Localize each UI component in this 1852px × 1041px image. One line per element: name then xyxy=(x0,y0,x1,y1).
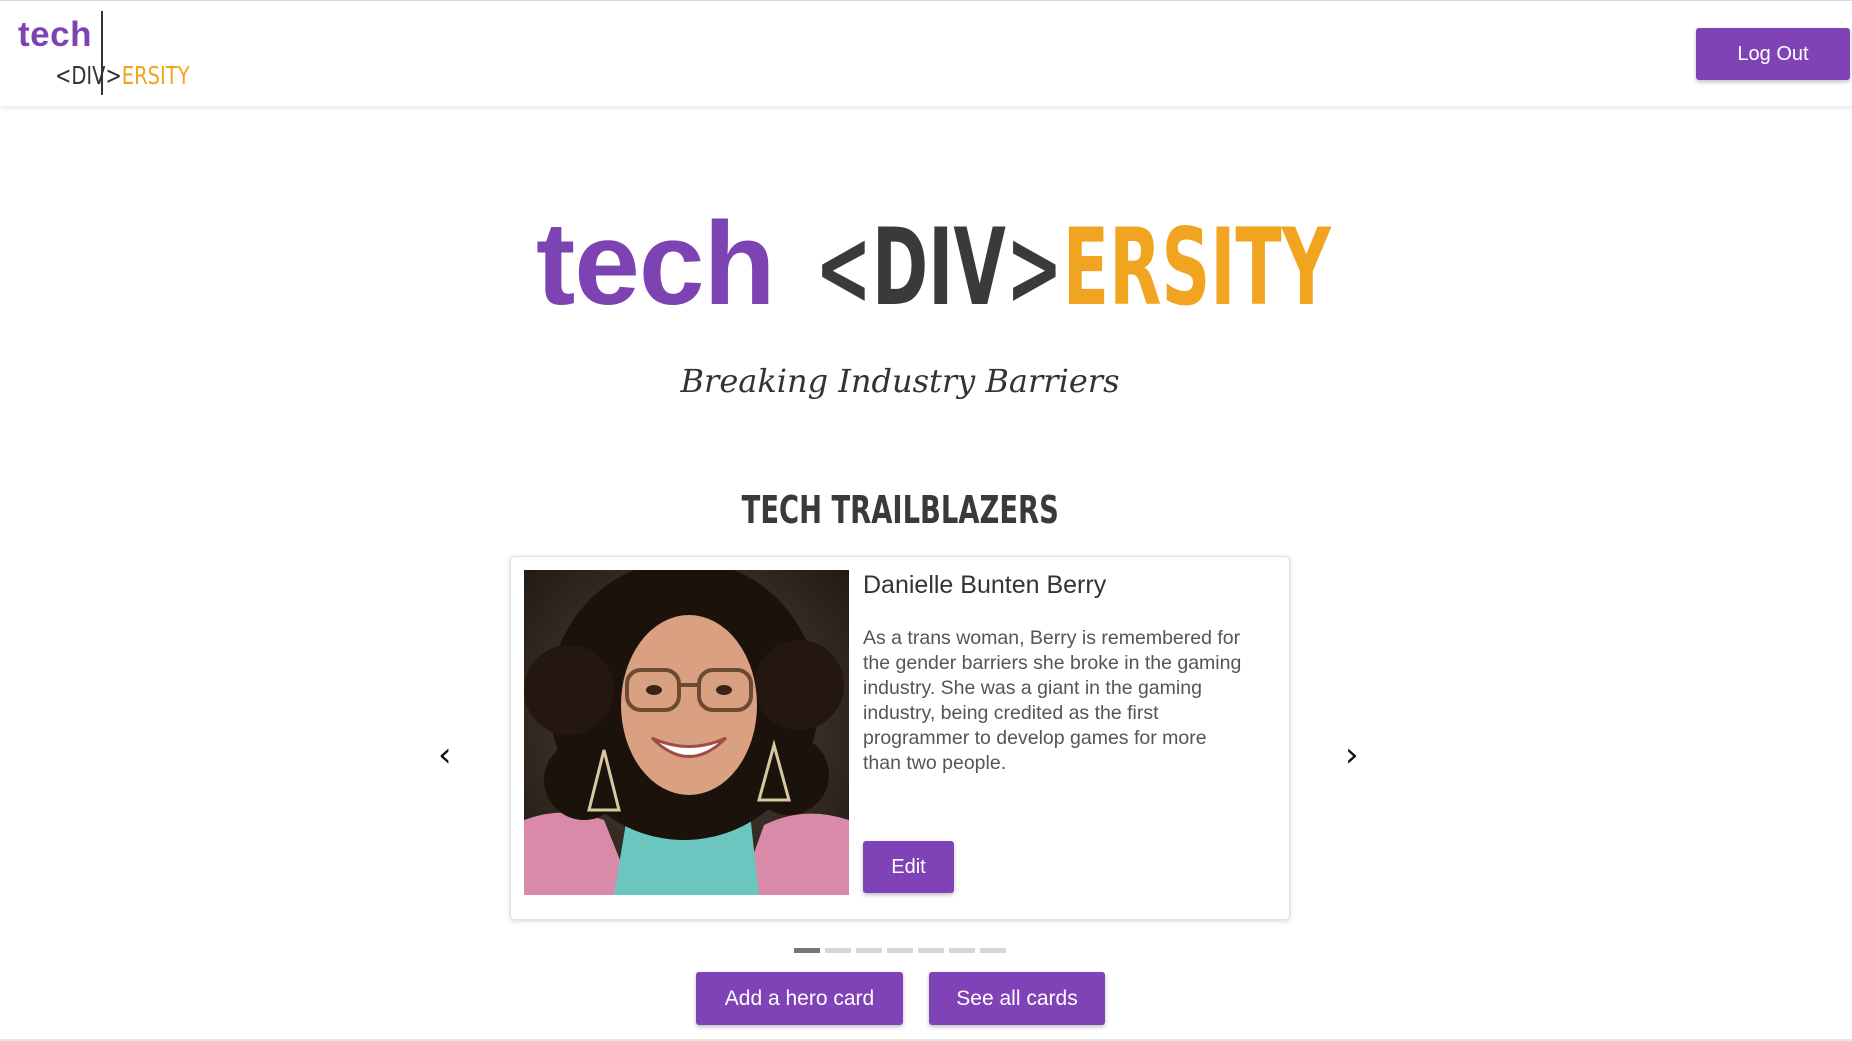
section-heading: TECH TRAILBLAZERS xyxy=(0,488,1800,532)
carousel-indicator[interactable] xyxy=(794,948,820,953)
top-navbar: tech <DIV>ERSITY Log Out xyxy=(0,0,1852,106)
carousel-indicator[interactable] xyxy=(856,948,882,953)
hero-portrait-image xyxy=(524,570,849,895)
section-heading-text: TECH TRAILBLAZERS xyxy=(741,488,1059,532)
chevron-right-icon: › xyxy=(1345,735,1359,775)
hero-card: Danielle Bunten Berry As a trans woman, … xyxy=(510,556,1290,920)
carousel-indicator[interactable] xyxy=(949,948,975,953)
carousel-prev-button[interactable]: ‹ xyxy=(438,735,452,775)
logo-div-tag: <DIV> xyxy=(55,61,122,90)
logo-ersity: ERSITY xyxy=(121,61,190,90)
see-all-cards-button[interactable]: See all cards xyxy=(929,972,1105,1025)
brand-logo[interactable]: tech <DIV>ERSITY xyxy=(18,11,190,95)
hero-ersity: ERSITY xyxy=(1062,206,1331,329)
hero-diversity-text: <DIV>ERSITY xyxy=(815,215,1331,321)
carousel-indicator[interactable] xyxy=(980,948,1006,953)
edit-card-button[interactable]: Edit xyxy=(863,841,954,893)
portrait-illustration xyxy=(524,570,849,895)
carousel-indicator[interactable] xyxy=(918,948,944,953)
tagline: Breaking Industry Barriers xyxy=(680,362,1120,400)
hero-div-tag: <DIV> xyxy=(815,206,1063,329)
carousel-next-button[interactable]: › xyxy=(1345,735,1359,775)
chevron-left-icon: ‹ xyxy=(438,735,452,775)
hero-name: Danielle Bunten Berry xyxy=(863,571,1107,599)
add-hero-card-button[interactable]: Add a hero card xyxy=(696,972,903,1025)
carousel-indicator[interactable] xyxy=(825,948,851,953)
logo-diversity-text: <DIV>ERSITY xyxy=(55,61,190,90)
carousel-indicator[interactable] xyxy=(887,948,913,953)
hero-logo-title: tech <DIV>ERSITY xyxy=(530,198,1331,330)
logout-button[interactable]: Log Out xyxy=(1696,28,1850,80)
hero-bio: As a trans woman, Berry is remembered fo… xyxy=(863,627,1242,774)
logo-tech-text: tech xyxy=(18,15,92,54)
hero-tech-text: tech xyxy=(536,198,776,330)
